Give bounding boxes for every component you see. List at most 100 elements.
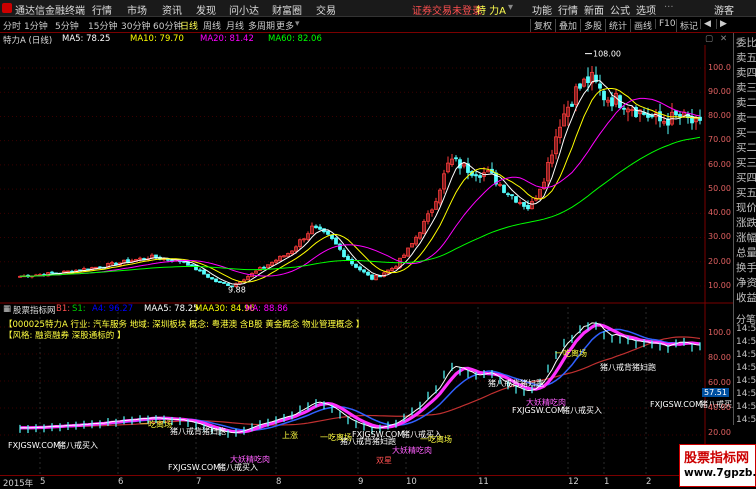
period-monthly[interactable]: 月线 (226, 19, 244, 32)
main-chart-legend: 特力A (日线) MA5: 78.25 MA10: 79.70 MA20: 81… (0, 33, 732, 46)
stock-dropdown-icon[interactable]: ▾ (508, 2, 513, 13)
x-tick: 1 (604, 477, 610, 487)
candle-body (334, 237, 338, 245)
candle-body (522, 202, 526, 207)
exit-label: 一吃离场 (555, 348, 587, 358)
menu-hangqing[interactable]: 行情 (92, 2, 112, 17)
y-tick: 10.00 (708, 281, 731, 290)
y-tick: 80.00 (708, 111, 731, 120)
tool-duogu[interactable]: 多股 (580, 19, 602, 32)
quote-label: 买五 (736, 187, 756, 199)
candle-body (454, 157, 458, 160)
tool-tongji[interactable]: 统计 (605, 19, 627, 32)
ma60-label: MA60: 82.06 (268, 34, 322, 44)
high-price-label: 108.00 (593, 50, 621, 59)
period-weekly[interactable]: 周线 (203, 19, 221, 32)
tick-panel: 分笔 14:56 14:56 14:56 14:56 14:56 14:56 1… (733, 308, 756, 425)
tick-time: 14:56 (736, 376, 756, 386)
menu-shichang[interactable]: 市场 (127, 2, 147, 17)
candlesticks (18, 65, 702, 288)
quote-label: 买三 (736, 157, 756, 169)
watch-label: 双星 (376, 456, 392, 465)
gsw-label: FXJGSW.COM (512, 406, 564, 415)
candle-body (526, 204, 530, 210)
quote-label: 卖三 (736, 82, 756, 94)
guest-label[interactable]: 游客 (714, 2, 734, 17)
menu-gongneng[interactable]: 功能 (532, 2, 552, 17)
quote-label: 总量 (736, 247, 756, 259)
ma5-line (19, 80, 701, 285)
tool-f10[interactable]: F10 (655, 19, 676, 29)
tick-time: 14:56 (736, 415, 756, 425)
app-logo-icon (2, 3, 12, 13)
menu-xinmian[interactable]: 新面 (584, 2, 604, 17)
candle-body (646, 113, 650, 118)
menu-jiaoyi[interactable]: 交易 (316, 2, 336, 17)
menu-ellipsis-icon[interactable]: ··· (664, 2, 674, 13)
period-5min[interactable]: 5分钟 (55, 19, 79, 32)
y-tick: 40.00 (708, 403, 731, 412)
chart-close-icon[interactable]: ✕ (720, 34, 727, 44)
period-15min[interactable]: 15分钟 (88, 19, 117, 32)
tool-biaoji[interactable]: 标记 (676, 19, 698, 32)
x-tick: 8 (276, 477, 282, 487)
y-tick: 80.00 (708, 353, 731, 362)
low-price-label: 9.88 (228, 285, 246, 294)
menu-xuanxiang[interactable]: 选项 (636, 2, 656, 17)
period-more[interactable]: 更多 (276, 19, 294, 32)
menu-caifuquan[interactable]: 财富圈 (272, 2, 302, 17)
candle-body (666, 118, 670, 126)
menu-hangqing-right[interactable]: 行情 (558, 2, 578, 17)
period-60min[interactable]: 60分钟 (153, 19, 182, 32)
period-30min[interactable]: 30分钟 (121, 19, 150, 32)
quote-label: 买一 (736, 127, 756, 139)
candle-body (222, 282, 226, 284)
ma5-label: MA5: 78.25 (62, 34, 111, 44)
tick-time: 14:56 (736, 363, 756, 373)
quote-label: 净资 (736, 277, 756, 289)
candle-body (194, 264, 198, 271)
stock-style-line: 【风格: 融资融券 深股通标的 】 (4, 331, 126, 341)
login-alert[interactable]: 证券交易未登录 (412, 2, 482, 17)
candle-body (346, 255, 350, 261)
candle-body (326, 230, 330, 235)
quote-label: 卖二 (736, 97, 756, 109)
gsw-label: FXJGSW.COM (8, 441, 60, 450)
x-tick: 7 (196, 477, 202, 487)
quote-label: 涨幅 (736, 232, 756, 244)
nav-forward-icon[interactable]: ▶ (716, 19, 727, 29)
ma10-line (19, 87, 701, 283)
candle-body (674, 110, 678, 116)
stock-name: 特 力A (476, 6, 507, 17)
period-1min[interactable]: 1分钟 (24, 19, 48, 32)
chart-canvas[interactable]: 108.009.88 FXJGSW.COM猪八戒买入FXJGSW.COM猪八戒买… (0, 45, 733, 475)
period-daily[interactable]: 日线 (180, 19, 198, 32)
x-tick: 5 (40, 477, 46, 487)
menu-wenxiaoda[interactable]: 问小达 (229, 2, 259, 17)
quote-label: 委比 (736, 37, 756, 49)
ma-label: MA: 88.86 (245, 304, 288, 314)
meat-label: 大妖精吃肉 (230, 454, 270, 464)
chart-settings-icon[interactable]: ▢ (705, 34, 713, 44)
period-fenshi[interactable]: 分时 (3, 19, 21, 32)
y-tick: 100.0 (708, 63, 731, 72)
candle-body (218, 281, 222, 283)
menu-zixun[interactable]: 资讯 (162, 2, 182, 17)
last-value-tag: 57.51 (702, 388, 729, 397)
menu-faxian[interactable]: 发现 (196, 2, 216, 17)
y-tick: 90.00 (708, 87, 731, 96)
candle-body (474, 174, 478, 177)
x-tick: 9 (358, 477, 364, 487)
tool-huaxian[interactable]: 画线 (630, 19, 652, 32)
period-multi[interactable]: 多周期 (248, 19, 275, 32)
candle-body (202, 269, 206, 275)
x-tick: 12 (568, 477, 579, 487)
indicator-name[interactable]: 股票指标网 (13, 304, 56, 316)
tool-diejia[interactable]: 叠加 (555, 19, 577, 32)
more-chevron-icon[interactable]: ▾ (295, 19, 300, 29)
tick-time: 14:56 (736, 324, 756, 334)
candle-body (206, 273, 210, 278)
menu-gongshi[interactable]: 公式 (610, 2, 630, 17)
nav-back-icon[interactable]: ◀ (700, 19, 711, 29)
tool-fuquan[interactable]: 复权 (530, 19, 552, 32)
